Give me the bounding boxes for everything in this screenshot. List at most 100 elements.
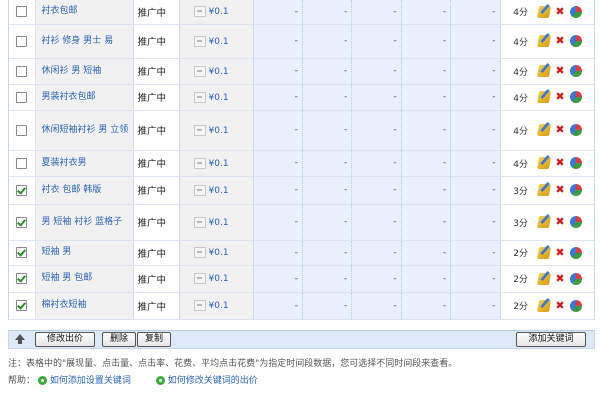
bid-edit-icon[interactable] bbox=[193, 157, 206, 169]
keyword-link[interactable]: 衬衣包邮 bbox=[35, 0, 134, 25]
bid-value[interactable]: ¥0.1 bbox=[209, 248, 229, 258]
metric-cell: - bbox=[302, 24, 353, 59]
help-link-modify-bid[interactable]: 如何修改关键词的出价 bbox=[168, 376, 258, 386]
report-chart-icon[interactable] bbox=[570, 91, 582, 103]
edit-icon[interactable] bbox=[536, 246, 552, 259]
delete-icon[interactable]: ✖ bbox=[554, 246, 566, 259]
delete-icon[interactable]: ✖ bbox=[554, 216, 566, 228]
delete-button[interactable]: 删除 bbox=[102, 332, 136, 347]
modify-bid-button[interactable]: 修改出价 bbox=[35, 332, 95, 347]
status-text: 推广中 bbox=[133, 84, 180, 111]
keyword-link[interactable]: 男 短袖 衬衫 蓝格子 bbox=[35, 204, 134, 241]
bid-value[interactable]: ¥0.1 bbox=[209, 7, 229, 17]
report-chart-icon[interactable] bbox=[570, 246, 582, 259]
edit-icon[interactable] bbox=[536, 157, 552, 169]
bid-edit-icon[interactable] bbox=[193, 124, 206, 136]
row-checkbox[interactable] bbox=[16, 273, 28, 284]
bid-edit-icon[interactable] bbox=[193, 91, 206, 103]
bid-value[interactable]: ¥0.1 bbox=[209, 67, 229, 77]
delete-icon[interactable]: ✖ bbox=[554, 124, 566, 136]
keyword-link[interactable]: 衬衣 包邮 韩版 bbox=[35, 176, 134, 205]
keyword-link[interactable]: 男装衬衣包邮 bbox=[35, 84, 134, 111]
bid-value[interactable]: ¥0.1 bbox=[209, 218, 229, 228]
row-checkbox[interactable] bbox=[16, 247, 28, 258]
row-checkbox-cell bbox=[9, 204, 36, 241]
row-checkbox[interactable] bbox=[16, 35, 28, 47]
quality-score: 4分 bbox=[499, 0, 532, 25]
table-row: 休闲短袖衬衫 男 立领 推广中 ¥0.1- - - - -4分 ✖ bbox=[9, 110, 594, 151]
edit-icon[interactable] bbox=[536, 184, 552, 196]
report-chart-icon[interactable] bbox=[570, 216, 582, 228]
bid-value[interactable]: ¥0.1 bbox=[209, 126, 229, 136]
delete-icon[interactable]: ✖ bbox=[554, 184, 566, 196]
status-text: 推广中 bbox=[133, 24, 180, 59]
bid-value[interactable]: ¥0.1 bbox=[209, 37, 229, 47]
bid-value[interactable]: ¥0.1 bbox=[209, 93, 229, 103]
delete-icon[interactable]: ✖ bbox=[554, 65, 566, 77]
help-link-add-keyword[interactable]: 如何添加设置关键词 bbox=[50, 376, 131, 386]
report-chart-icon[interactable] bbox=[570, 184, 582, 196]
add-keyword-button[interactable]: 添加关键词 bbox=[516, 332, 586, 347]
edit-icon[interactable] bbox=[536, 65, 552, 77]
bid-edit-icon[interactable] bbox=[193, 184, 206, 196]
report-chart-icon[interactable] bbox=[570, 299, 582, 312]
edit-icon[interactable] bbox=[536, 299, 552, 312]
bid-edit-icon[interactable] bbox=[193, 247, 206, 258]
row-checkbox[interactable] bbox=[16, 157, 28, 169]
edit-icon[interactable] bbox=[536, 124, 552, 136]
edit-icon[interactable] bbox=[536, 91, 552, 103]
edit-icon[interactable] bbox=[536, 35, 552, 47]
keyword-link[interactable]: 休闲衫 男 短袖 bbox=[35, 58, 134, 85]
delete-icon[interactable]: ✖ bbox=[554, 272, 566, 285]
report-chart-icon[interactable] bbox=[570, 65, 582, 77]
bid-edit-icon[interactable] bbox=[193, 65, 206, 77]
metric-cell: - bbox=[253, 240, 303, 266]
bid-value[interactable]: ¥0.1 bbox=[209, 186, 229, 196]
delete-icon[interactable]: ✖ bbox=[554, 157, 566, 169]
keyword-link[interactable]: 棉衬衣短袖 bbox=[35, 292, 134, 320]
keyword-link[interactable]: 衬衫 修身 男士 易 bbox=[35, 24, 134, 59]
bid-edit-icon[interactable] bbox=[193, 35, 206, 47]
row-checkbox[interactable] bbox=[16, 65, 28, 77]
row-checkbox[interactable] bbox=[16, 216, 28, 228]
report-chart-icon[interactable] bbox=[570, 157, 582, 169]
metric-cell: - bbox=[401, 265, 452, 293]
report-chart-icon[interactable] bbox=[570, 124, 582, 136]
row-checkbox[interactable] bbox=[16, 124, 28, 136]
select-up-arrow-icon[interactable] bbox=[15, 334, 25, 344]
row-actions: ✖ bbox=[532, 24, 594, 59]
bid-value[interactable]: ¥0.1 bbox=[209, 301, 229, 311]
bid-value[interactable]: ¥0.1 bbox=[209, 274, 229, 284]
bid-edit-icon[interactable] bbox=[193, 300, 206, 311]
delete-icon[interactable]: ✖ bbox=[554, 35, 566, 47]
row-checkbox[interactable] bbox=[16, 300, 28, 311]
row-checkbox-cell bbox=[9, 58, 36, 85]
delete-icon[interactable]: ✖ bbox=[554, 5, 566, 18]
bid-value[interactable]: ¥0.1 bbox=[209, 159, 229, 169]
keyword-link[interactable]: 短袖 男 bbox=[35, 240, 134, 266]
row-checkbox-cell bbox=[9, 110, 36, 151]
report-chart-icon[interactable] bbox=[570, 272, 582, 285]
delete-icon[interactable]: ✖ bbox=[554, 299, 566, 312]
bid-cell: ¥0.1 bbox=[179, 240, 254, 266]
delete-icon[interactable]: ✖ bbox=[554, 91, 566, 103]
edit-icon[interactable] bbox=[536, 216, 552, 228]
report-chart-icon[interactable] bbox=[570, 35, 582, 47]
row-checkbox[interactable] bbox=[16, 6, 28, 18]
bid-edit-icon[interactable] bbox=[193, 216, 206, 228]
metric-cell: - bbox=[351, 292, 402, 320]
keyword-link[interactable]: 短袖 男 包邮 bbox=[35, 265, 134, 293]
bid-edit-icon[interactable] bbox=[193, 6, 206, 18]
metric-cell: - bbox=[450, 110, 501, 151]
keyword-link[interactable]: 休闲短袖衬衫 男 立领 bbox=[35, 110, 134, 151]
row-checkbox[interactable] bbox=[16, 184, 28, 196]
edit-icon[interactable] bbox=[536, 272, 552, 285]
quality-score: 4分 bbox=[499, 84, 532, 111]
copy-button[interactable]: 复制 bbox=[137, 332, 171, 347]
row-checkbox[interactable] bbox=[16, 91, 28, 103]
quality-score: 2分 bbox=[499, 265, 532, 293]
report-chart-icon[interactable] bbox=[570, 5, 582, 18]
bid-edit-icon[interactable] bbox=[193, 273, 206, 284]
edit-icon[interactable] bbox=[536, 5, 552, 18]
keyword-link[interactable]: 夏装衬衣男 bbox=[35, 150, 134, 177]
